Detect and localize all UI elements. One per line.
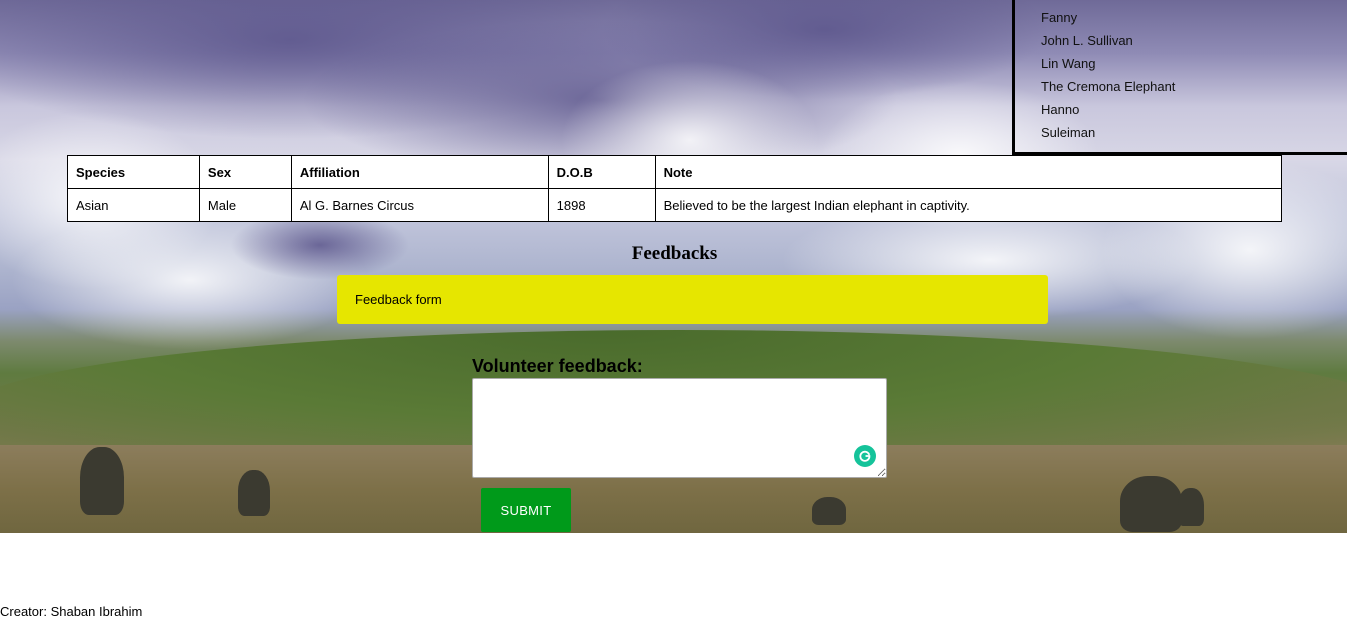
column-header-species: Species: [67, 155, 200, 189]
list-item[interactable]: Fanny: [1041, 6, 1347, 29]
elephant-silhouette: [238, 470, 270, 516]
submit-button[interactable]: SUBMIT: [481, 488, 571, 532]
feedback-form-title: Feedback form: [355, 292, 442, 307]
elephant-silhouette: [1120, 476, 1182, 532]
elephant-name-list: Fanny John L. Sullivan Lin Wang The Crem…: [1012, 0, 1347, 155]
column-header-note: Note: [654, 155, 1283, 189]
cell-note: Believed to be the largest Indian elepha…: [654, 188, 1283, 222]
volunteer-feedback-label: Volunteer feedback:: [472, 356, 643, 376]
table-header-row: Species Sex Affiliation D.O.B Note: [67, 155, 1283, 189]
cell-affiliation: Al G. Barnes Circus: [290, 188, 549, 222]
volunteer-feedback-textarea[interactable]: [472, 378, 887, 478]
cell-species: Asian: [67, 188, 200, 222]
cell-sex: Male: [198, 188, 292, 222]
column-header-affiliation: Affiliation: [290, 155, 549, 189]
list-item[interactable]: Hanno: [1041, 98, 1347, 121]
feedback-form-banner: Feedback form: [337, 275, 1048, 324]
grammarly-g-glyph: [859, 450, 871, 462]
grammarly-icon[interactable]: [854, 445, 876, 467]
creator-credit: Creator: Shaban Ibrahim: [0, 604, 143, 619]
elephant-silhouette: [1178, 488, 1204, 526]
list-item[interactable]: John L. Sullivan: [1041, 29, 1347, 52]
table-row: Asian Male Al G. Barnes Circus 1898 Beli…: [67, 188, 1283, 222]
list-item[interactable]: Suleiman: [1041, 121, 1347, 144]
elephant-silhouette: [80, 447, 124, 515]
elephant-info-table: Species Sex Affiliation D.O.B Note Asian…: [67, 155, 1283, 222]
elephant-silhouette: [812, 497, 846, 525]
list-item[interactable]: Lin Wang: [1041, 52, 1347, 75]
feedback-heading: Feedbacks: [631, 243, 718, 264]
column-header-dob: D.O.B: [547, 155, 656, 189]
column-header-sex: Sex: [198, 155, 292, 189]
cell-dob: 1898: [547, 188, 656, 222]
list-item[interactable]: The Cremona Elephant: [1041, 75, 1347, 98]
